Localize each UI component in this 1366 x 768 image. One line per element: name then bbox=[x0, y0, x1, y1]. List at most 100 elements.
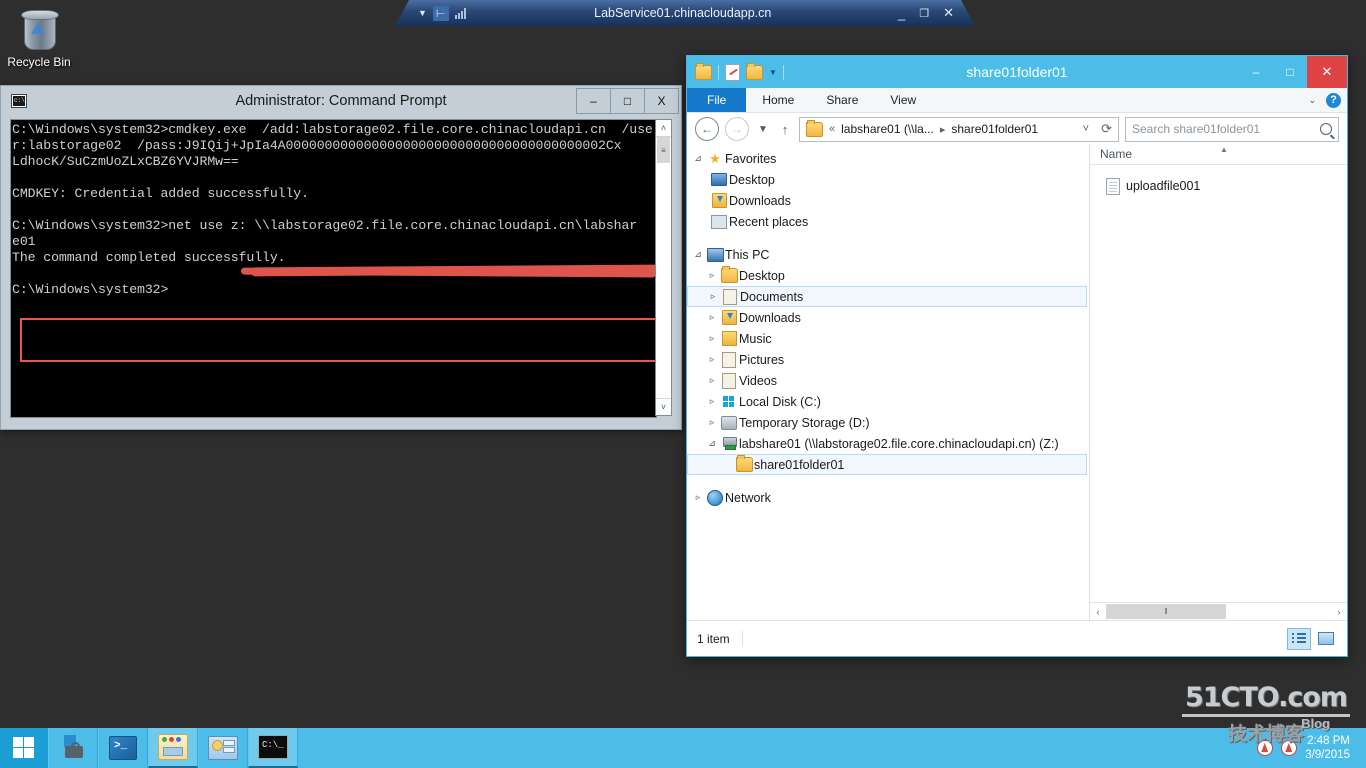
scroll-left-button[interactable]: ‹ bbox=[1090, 607, 1106, 617]
tab-share[interactable]: Share bbox=[810, 88, 874, 112]
tree-item-downloads-fav[interactable]: Downloads bbox=[687, 190, 1089, 211]
cmd-vertical-scrollbar[interactable]: ˄ ≡ ˅ bbox=[655, 119, 672, 416]
breadcrumb-item-share01folder01[interactable]: share01folder01 bbox=[951, 122, 1038, 136]
back-arrow-icon[interactable]: ← bbox=[695, 117, 719, 141]
twisty-icon[interactable]: ▹ bbox=[705, 270, 719, 281]
pin-icon[interactable]: ⊢ bbox=[432, 5, 449, 21]
taskbar-item-command-prompt[interactable] bbox=[248, 728, 298, 768]
twisty-icon[interactable]: ▹ bbox=[705, 354, 719, 365]
file-list-pane[interactable]: Name ▲ uploadfile001 ‹ ‖ › bbox=[1090, 144, 1347, 620]
cmd-console-area[interactable]: C:\Windows\system32>cmdkey.exe /add:labs… bbox=[10, 119, 657, 418]
search-icon[interactable] bbox=[1320, 123, 1332, 135]
twisty-icon[interactable]: ▹ bbox=[705, 375, 719, 386]
breadcrumb-item-labshare01[interactable]: labshare01 (\\la... bbox=[841, 122, 934, 136]
scroll-down-button[interactable]: ˅ bbox=[656, 398, 671, 415]
twisty-icon[interactable]: ▹ bbox=[691, 492, 705, 503]
up-arrow-icon[interactable]: ↑ bbox=[777, 122, 793, 137]
rdp-restore-button[interactable]: ❐ bbox=[919, 7, 929, 20]
cmd-title-bar[interactable]: Administrator: Command Prompt – □ X bbox=[1, 86, 681, 116]
large-icons-view-icon[interactable] bbox=[1315, 629, 1337, 649]
breadcrumb[interactable]: « labshare01 (\\la... ▸ share01folder01 … bbox=[799, 116, 1119, 142]
tree-item-share01folder01[interactable]: share01folder01 bbox=[687, 454, 1087, 475]
scroll-up-button[interactable]: ˄ bbox=[656, 120, 671, 137]
rdp-connection-bar[interactable]: ▼ ⊢ LabService01.chinacloudapp.cn _ ❐ ✕ bbox=[395, 0, 975, 26]
tab-home[interactable]: Home bbox=[746, 88, 810, 112]
forward-arrow-icon[interactable]: → bbox=[725, 117, 749, 141]
help-icon[interactable]: ? bbox=[1326, 92, 1341, 108]
tree-item-this-pc[interactable]: ⊿ This PC bbox=[687, 244, 1089, 265]
ribbon-tab-bar[interactable]: File Home Share View ⌄ ? bbox=[687, 88, 1347, 113]
file-explorer-window[interactable]: ▼ share01folder01 – □ ✕ File Home Share … bbox=[686, 55, 1348, 657]
cmd-maximize-button[interactable]: □ bbox=[610, 88, 645, 114]
taskbar-item-server-manager[interactable] bbox=[48, 728, 98, 768]
refresh-icon[interactable]: ⟳ bbox=[1101, 121, 1112, 137]
powershell-icon bbox=[109, 736, 137, 760]
column-header-name[interactable]: Name bbox=[1100, 147, 1132, 161]
taskbar-item-file-explorer[interactable] bbox=[148, 728, 198, 768]
twisty-icon[interactable]: ▹ bbox=[706, 291, 720, 302]
horizontal-scrollbar[interactable]: ‹ ‖ › bbox=[1090, 602, 1347, 620]
taskbar-item-powershell[interactable] bbox=[98, 728, 148, 768]
tree-item-downloads[interactable]: ▹ Downloads bbox=[687, 307, 1089, 328]
rdp-close-button[interactable]: ✕ bbox=[943, 5, 954, 21]
network-icon bbox=[705, 489, 725, 506]
tab-file[interactable]: File bbox=[687, 88, 747, 112]
tree-item-temporary-storage-d[interactable]: ▹ Temporary Storage (D:) bbox=[687, 412, 1089, 433]
desktop-icon-recycle-bin[interactable]: Recycle Bin bbox=[6, 10, 72, 69]
clock[interactable]: 2:48 PM 3/9/2015 bbox=[1305, 734, 1356, 762]
breadcrumb-overflow[interactable]: « bbox=[829, 123, 835, 135]
explorer-maximize-button[interactable]: □ bbox=[1273, 56, 1307, 88]
taskbar-item-control-panel[interactable] bbox=[198, 728, 248, 768]
tree-item-network[interactable]: ▹ Network bbox=[687, 487, 1089, 508]
tree-item-videos[interactable]: ▹ Videos bbox=[687, 370, 1089, 391]
tree-item-pictures[interactable]: ▹ Pictures bbox=[687, 349, 1089, 370]
tree-item-desktop[interactable]: ▹ Desktop bbox=[687, 265, 1089, 286]
scroll-track[interactable]: ‖ bbox=[1106, 604, 1331, 619]
chevron-down-icon[interactable]: ˅ bbox=[1083, 123, 1089, 135]
tree-item-music[interactable]: ▹ Music bbox=[687, 328, 1089, 349]
tree-item-recent-places[interactable]: Recent places bbox=[687, 211, 1089, 232]
tree-item-local-disk-c[interactable]: ▹ Local Disk (C:) bbox=[687, 391, 1089, 412]
file-explorer-icon bbox=[158, 734, 188, 760]
explorer-close-button[interactable]: ✕ bbox=[1307, 56, 1347, 88]
address-bar-row[interactable]: ← → ▼ ↑ « labshare01 (\\la... ▸ share01f… bbox=[687, 113, 1347, 146]
tree-item-labshare01-z[interactable]: ⊿ labshare01 (\\labstorage02.file.core.c… bbox=[687, 433, 1089, 454]
status-bar: 1 item bbox=[687, 620, 1347, 656]
chevron-right-icon[interactable]: ▸ bbox=[940, 123, 946, 136]
command-prompt-window[interactable]: Administrator: Command Prompt – □ X C:\W… bbox=[0, 85, 682, 430]
rdp-minimize-button[interactable]: _ bbox=[898, 6, 905, 21]
list-item[interactable]: uploadfile001 bbox=[1090, 175, 1347, 197]
system-tray[interactable]: 2:48 PM 3/9/2015 bbox=[1257, 728, 1366, 768]
scroll-right-button[interactable]: › bbox=[1331, 607, 1347, 617]
explorer-title-bar[interactable]: ▼ share01folder01 – □ ✕ bbox=[687, 56, 1347, 88]
scroll-thumb[interactable]: ‖ bbox=[1106, 604, 1226, 619]
chevron-down-icon[interactable]: ▼ bbox=[418, 8, 427, 18]
start-button[interactable] bbox=[0, 728, 48, 768]
chevron-down-icon[interactable]: ⌄ bbox=[1308, 95, 1316, 106]
tree-item-label: Favorites bbox=[725, 151, 777, 166]
tree-item-favorites[interactable]: ⊿ ★ Favorites bbox=[687, 148, 1089, 169]
network-warning-icon[interactable] bbox=[1281, 740, 1298, 756]
details-view-icon[interactable] bbox=[1287, 627, 1311, 650]
tree-item-desktop-fav[interactable]: Desktop bbox=[687, 169, 1089, 190]
twisty-icon[interactable]: ⊿ bbox=[691, 153, 705, 164]
action-center-icon[interactable] bbox=[1257, 740, 1274, 756]
explorer-minimize-button[interactable]: – bbox=[1239, 56, 1273, 88]
twisty-icon[interactable]: ▹ bbox=[705, 312, 719, 323]
tab-view[interactable]: View bbox=[874, 88, 932, 112]
cmd-close-button[interactable]: X bbox=[644, 88, 679, 114]
twisty-icon[interactable]: ▹ bbox=[705, 396, 719, 407]
twisty-icon[interactable]: ⊿ bbox=[691, 249, 705, 260]
twisty-icon[interactable]: ⊿ bbox=[705, 438, 719, 449]
chevron-down-icon[interactable]: ▼ bbox=[755, 124, 771, 135]
taskbar[interactable]: 2:48 PM 3/9/2015 bbox=[0, 728, 1366, 768]
search-box[interactable]: Search share01folder01 bbox=[1125, 116, 1339, 142]
twisty-icon[interactable]: ▹ bbox=[705, 333, 719, 344]
navigation-pane[interactable]: ⊿ ★ Favorites Desktop Downloads Recent p… bbox=[687, 144, 1090, 620]
twisty-icon[interactable]: ▹ bbox=[705, 417, 719, 428]
file-items[interactable]: uploadfile001 bbox=[1090, 165, 1347, 620]
cmd-minimize-button[interactable]: – bbox=[576, 88, 611, 114]
tree-item-documents[interactable]: ▹ Documents bbox=[687, 286, 1087, 307]
scroll-thumb[interactable]: ≡ bbox=[657, 137, 670, 163]
column-header-row[interactable]: Name ▲ bbox=[1090, 144, 1347, 165]
